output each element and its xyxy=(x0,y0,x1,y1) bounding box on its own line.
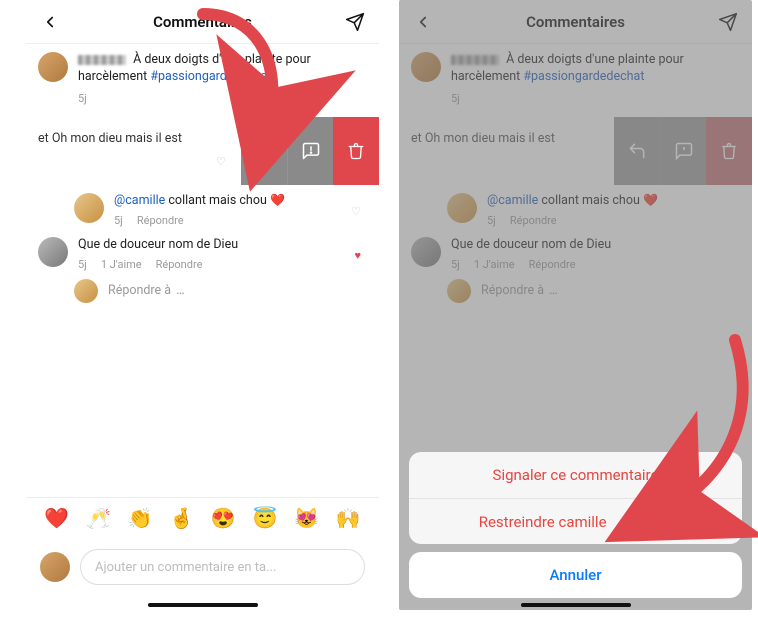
restrict-user-button[interactable]: Restreindre camille xyxy=(409,498,742,544)
emoji-fingers[interactable]: 🤞 xyxy=(169,506,194,530)
back-button[interactable] xyxy=(38,10,62,34)
avatar[interactable] xyxy=(38,237,68,267)
reply-link[interactable]: Répondre xyxy=(137,214,184,227)
comment-input-bar: Ajouter un commentaire en ta... xyxy=(26,542,379,592)
emoji-hearts-eyes[interactable]: 😍 xyxy=(211,506,236,530)
swipe-actions xyxy=(241,117,379,185)
swiped-comment-text: et Oh mon dieu mais il est ♡ xyxy=(26,131,236,146)
hashtag[interactable]: #passiongardedechat xyxy=(150,69,271,84)
swiped-comment-row[interactable]: et Oh mon dieu mais il est ♡ xyxy=(26,117,379,185)
delete-action[interactable] xyxy=(333,117,379,185)
page-title: Commentaires xyxy=(153,13,252,31)
avatar[interactable] xyxy=(74,193,104,223)
comment-input[interactable]: Ajouter un commentaire en ta... xyxy=(80,549,365,585)
like-icon[interactable]: ♡ xyxy=(351,205,361,218)
home-indicator xyxy=(521,603,631,607)
comment-age: 5j xyxy=(78,258,87,271)
comment-age: 5j xyxy=(114,214,123,227)
comment-text: Que de douceur nom de Dieu xyxy=(78,237,238,252)
like-icon[interactable]: ♡ xyxy=(216,155,226,168)
like-icon[interactable]: ♥ xyxy=(354,249,361,262)
action-sheet: Signaler ce commentaire Restreindre cami… xyxy=(409,452,742,598)
report-action[interactable] xyxy=(287,117,333,185)
heart-emoji: ❤️ xyxy=(270,193,285,207)
emoji-hands[interactable]: 🙌 xyxy=(336,506,361,530)
comment-reply-1: @camille collant mais chou ❤️ 5j Répondr… xyxy=(26,185,379,229)
emoji-clink[interactable]: 🥂 xyxy=(86,506,111,530)
emoji-cat[interactable]: 😻 xyxy=(294,506,319,530)
avatar[interactable] xyxy=(38,52,68,82)
direct-message-button[interactable] xyxy=(343,10,367,34)
username-blurred[interactable] xyxy=(78,55,126,65)
cancel-button[interactable]: Annuler xyxy=(409,552,742,598)
comment-text: collant mais chou xyxy=(168,193,270,208)
reply-link[interactable]: Répondre xyxy=(156,258,203,271)
screen-swipe-actions: Commentaires À deux doigts d'une plainte… xyxy=(26,0,379,610)
like-count[interactable]: 1 J'aime xyxy=(101,258,142,271)
header: Commentaires xyxy=(26,0,379,44)
mention[interactable]: @camille xyxy=(114,193,165,208)
emoji-halo[interactable]: 😇 xyxy=(252,506,277,530)
reply-input-row[interactable]: Répondre à … xyxy=(26,273,379,309)
emoji-clap[interactable]: 👏 xyxy=(128,506,153,530)
screen-action-sheet: Commentaires À deux doigts d'une plainte… xyxy=(399,0,752,610)
original-post: À deux doigts d'une plainte pour harcèle… xyxy=(26,44,379,111)
reply-to-label: Répondre à … xyxy=(108,283,185,298)
emoji-heart[interactable]: ❤️ xyxy=(44,506,69,530)
home-indicator xyxy=(148,603,258,607)
avatar xyxy=(74,279,98,303)
emoji-quick-bar: ❤️ 🥂 👏 🤞 😍 😇 😻 🙌 xyxy=(26,497,379,538)
comment-2: Que de douceur nom de Dieu 5j 1 J'aime R… xyxy=(26,229,379,273)
reply-action[interactable] xyxy=(241,117,287,185)
post-age: 5j xyxy=(78,92,87,107)
report-comment-button[interactable]: Signaler ce commentaire xyxy=(409,452,742,498)
avatar xyxy=(40,552,70,582)
